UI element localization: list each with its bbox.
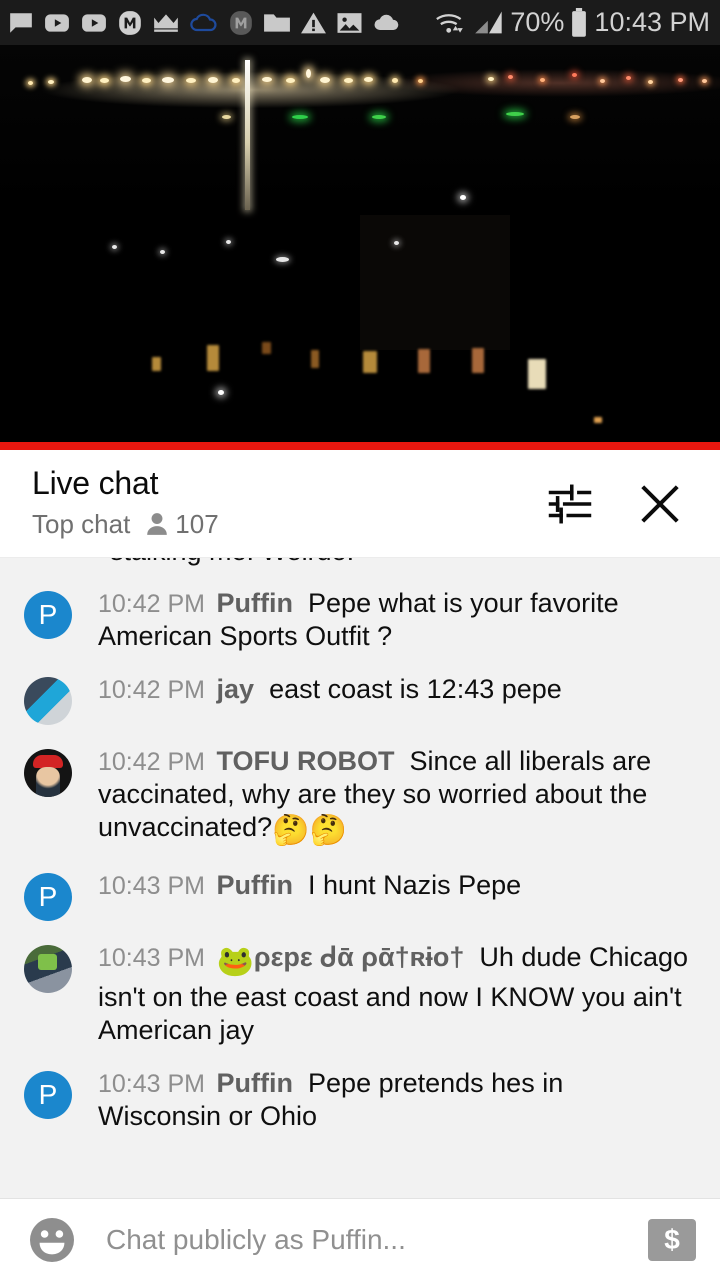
lit-window xyxy=(418,349,430,373)
chat-mode-label[interactable]: Top chat xyxy=(32,509,130,540)
avatar[interactable]: P xyxy=(24,1070,72,1119)
message-text: east coast is 12:43 pepe xyxy=(269,673,562,704)
message-body: 10:42 PM TOFU ROBOT Since all liberals a… xyxy=(98,745,704,849)
clock-label: 10:43 PM xyxy=(594,7,710,37)
distant-light xyxy=(276,257,289,262)
chat-message[interactable]: P 10:43 PM Puffin I hunt Nazis Pepe xyxy=(0,859,720,931)
chat-settings-icon xyxy=(548,484,592,523)
chat-message[interactable]: P 10:42 PM Puffin Pepe what is your favo… xyxy=(0,577,720,663)
cloud-outline-icon xyxy=(190,13,217,31)
battery-percent-label: 70% xyxy=(510,7,565,37)
message-text: stalking me. Weirdo. xyxy=(24,558,354,567)
status-bar-notification-icons xyxy=(8,10,434,36)
avatar[interactable] xyxy=(24,676,72,725)
message-timestamp: 10:42 PM xyxy=(98,590,206,618)
chat-message[interactable]: P 10:43 PM Puffin Pepe pretends hes in W… xyxy=(0,1057,720,1143)
youtube-live-chat-screen: 70% 10:43 PM Live chat Top chat 107 P 10… xyxy=(0,0,720,1280)
lit-window xyxy=(472,348,484,373)
distant-light xyxy=(160,250,165,254)
monument-obelisk xyxy=(245,60,250,210)
chat-header-text-group: Live chat Top chat 107 xyxy=(32,467,538,540)
distant-light xyxy=(218,390,224,395)
lit-window xyxy=(311,350,319,368)
monogram-m-dark-icon xyxy=(230,10,252,35)
distant-light xyxy=(112,245,117,249)
city-skyline-lights xyxy=(0,67,720,119)
avatar[interactable] xyxy=(24,748,72,797)
battery-icon xyxy=(572,7,587,37)
building-silhouette xyxy=(360,215,510,350)
live-chat-header: Live chat Top chat 107 xyxy=(0,450,720,558)
message-body: 10:42 PM Puffin Pepe what is your favori… xyxy=(98,587,704,653)
message-author[interactable]: Puffin xyxy=(217,870,293,900)
message-timestamp: 10:42 PM xyxy=(98,747,206,776)
lit-window xyxy=(152,357,161,371)
image-icon xyxy=(337,12,362,33)
lit-window xyxy=(528,359,546,389)
status-bar-system-icons: 70% 10:43 PM xyxy=(434,7,710,38)
warning-triangle-icon xyxy=(301,12,326,33)
lit-window xyxy=(594,417,602,423)
super-chat-dollar-icon[interactable]: $ xyxy=(648,1218,696,1261)
crown-icon xyxy=(154,13,178,32)
message-body: 10:42 PM jay east coast is 12:43 pepe xyxy=(98,673,704,725)
distant-light xyxy=(394,241,399,245)
chat-settings-button[interactable] xyxy=(538,472,602,536)
chat-message[interactable]: 10:42 PM jay east coast is 12:43 pepe xyxy=(0,663,720,735)
message-timestamp: 10:43 PM xyxy=(98,872,206,901)
close-icon xyxy=(641,484,679,523)
chat-input-field[interactable]: Chat publicly as Puffin... xyxy=(106,1224,648,1256)
chat-header-subline: Top chat 107 xyxy=(32,509,538,540)
video-progress-bar[interactable] xyxy=(0,442,720,450)
message-author[interactable]: ρεpε ᑯᾱ ρᾱ†ʀɨο† xyxy=(254,942,464,972)
folder-icon xyxy=(264,13,290,32)
message-timestamp: 10:43 PM xyxy=(98,1069,206,1098)
message-author[interactable]: TOFU ROBOT xyxy=(217,746,395,776)
message-text: I hunt Nazis Pepe xyxy=(308,870,522,901)
chat-input-bar: Chat publicly as Puffin... $ xyxy=(0,1198,720,1280)
message-body: 10:43 PM Puffin Pepe pretends hes in Wis… xyxy=(98,1067,704,1133)
distant-light xyxy=(460,195,466,200)
status-bar: 70% 10:43 PM xyxy=(0,0,720,45)
lit-window xyxy=(262,342,271,354)
lit-window xyxy=(207,345,219,371)
youtube-icon xyxy=(45,13,69,32)
lit-window xyxy=(363,351,377,373)
message-timestamp: 10:42 PM xyxy=(98,675,206,704)
page-title: Live chat xyxy=(32,465,159,502)
avatar[interactable]: P xyxy=(24,873,72,922)
message-author[interactable]: jay xyxy=(217,674,255,704)
avatar[interactable] xyxy=(24,945,72,994)
avatar[interactable]: P xyxy=(24,591,72,639)
viewer-count-label: 107 xyxy=(175,508,219,539)
chat-message-list[interactable]: stalking me. Weirdo. P 10:42 PM Puffin P… xyxy=(0,558,720,1198)
message-body: 10:43 PM Puffin I hunt Nazis Pepe xyxy=(98,869,704,921)
video-player[interactable] xyxy=(0,45,720,450)
signal-bars-icon xyxy=(475,10,503,33)
message-author[interactable]: Puffin xyxy=(217,1068,293,1098)
emoji-face-icon[interactable] xyxy=(28,1216,76,1264)
youtube-icon xyxy=(82,13,106,32)
close-chat-button[interactable] xyxy=(628,472,692,536)
cloud-filled-icon xyxy=(374,14,399,30)
distant-light xyxy=(226,240,231,244)
wifi-icon xyxy=(436,13,464,33)
message-body: 10:43 PM 🐸ρεpε ᑯᾱ ρᾱ†ʀɨο† Uh dude Chicag… xyxy=(98,941,704,1046)
chat-message-clipped[interactable]: stalking me. Weirdo. xyxy=(0,558,720,577)
person-icon xyxy=(147,513,168,536)
chat-message[interactable]: 10:42 PM TOFU ROBOT Since all liberals a… xyxy=(0,735,720,859)
chat-message[interactable]: 10:43 PM 🐸ρεpε ᑯᾱ ρᾱ†ʀɨο† Uh dude Chicag… xyxy=(0,931,720,1056)
message-icon xyxy=(10,12,32,33)
thinking-face-emoji: 🤔🤔 xyxy=(272,813,347,847)
message-author[interactable]: Puffin xyxy=(217,588,293,618)
monogram-m-icon xyxy=(119,10,141,35)
frog-emoji: 🐸 xyxy=(216,945,254,979)
viewer-count-group: 107 xyxy=(146,508,219,540)
message-timestamp: 10:43 PM xyxy=(98,944,206,973)
